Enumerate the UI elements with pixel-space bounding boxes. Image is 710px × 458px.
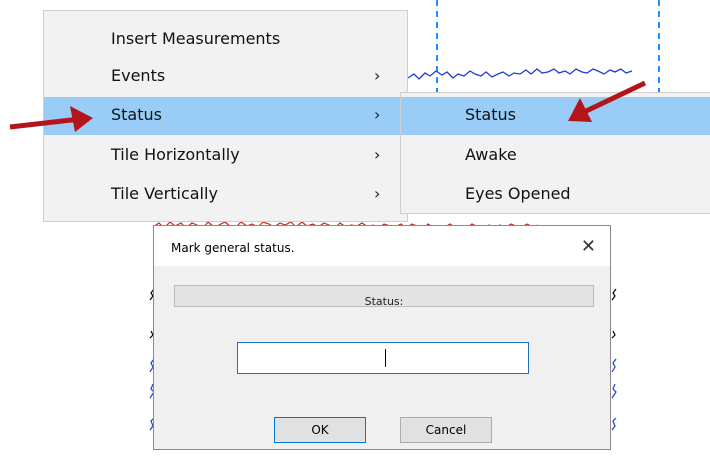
chevron-right-icon: › — [374, 184, 381, 203]
ok-button[interactable]: OK — [274, 417, 366, 443]
status-header-label: Status: — [364, 295, 404, 308]
submenu-item-awake[interactable]: Awake — [401, 137, 710, 175]
menu-item-label: Tile Horizontally — [111, 145, 240, 164]
text-caret — [385, 349, 386, 367]
status-submenu: Status Awake Eyes Opened — [400, 92, 710, 214]
ok-button-label: OK — [311, 423, 329, 437]
menu-item-events[interactable]: Events › — [44, 58, 407, 96]
submenu-item-label: Awake — [465, 145, 517, 164]
status-header: Status: — [174, 285, 594, 308]
chevron-right-icon: › — [374, 66, 381, 85]
mark-status-dialog: Mark general status. ✕ Status: OK Cancel — [153, 225, 611, 450]
menu-item-label: Tile Vertically — [111, 184, 218, 203]
context-menu: Insert Measurements Events › Status › Ti… — [43, 10, 408, 222]
menu-item-insert-measurements[interactable]: Insert Measurements — [44, 21, 407, 59]
cancel-button-label: Cancel — [425, 423, 467, 437]
submenu-item-status[interactable]: Status — [401, 97, 710, 135]
dialog-titlebar: Mark general status. ✕ — [154, 226, 610, 266]
eeg-trace-blue-right — [611, 358, 617, 431]
cancel-button[interactable]: Cancel — [400, 417, 492, 443]
status-input[interactable] — [237, 342, 529, 374]
eeg-trace-blue-top — [407, 68, 633, 80]
menu-item-tile-horizontally[interactable]: Tile Horizontally › — [44, 137, 407, 175]
chevron-right-icon: › — [374, 105, 381, 124]
dialog-title: Mark general status. — [171, 241, 295, 255]
menu-item-label: Status — [111, 105, 162, 124]
menu-item-tile-vertically[interactable]: Tile Vertically › — [44, 176, 407, 214]
submenu-item-eyes-opened[interactable]: Eyes Opened — [401, 176, 710, 214]
menu-item-label: Events — [111, 66, 166, 85]
close-icon[interactable]: ✕ — [581, 236, 596, 257]
menu-item-status[interactable]: Status › — [44, 97, 407, 135]
submenu-item-label: Status — [465, 105, 516, 124]
chevron-right-icon: › — [374, 145, 381, 164]
submenu-item-label: Eyes Opened — [465, 184, 571, 203]
menu-item-label: Insert Measurements — [111, 29, 281, 48]
